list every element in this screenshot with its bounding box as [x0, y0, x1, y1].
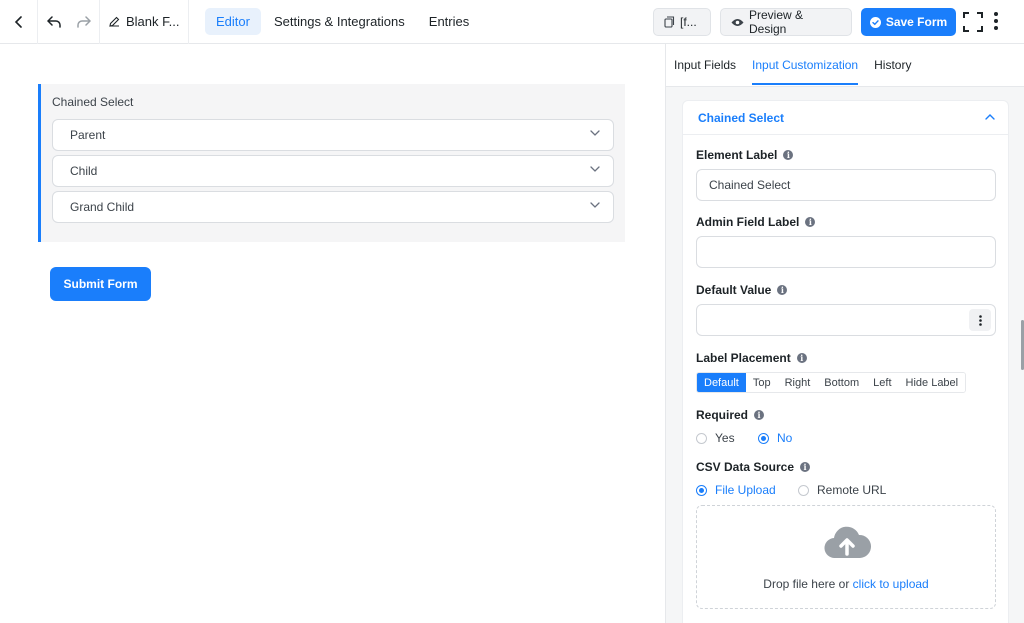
info-icon[interactable]: i	[796, 353, 807, 363]
tab-history[interactable]: History	[874, 44, 911, 87]
more-options-icon[interactable]	[994, 12, 998, 30]
element-label-input[interactable]: Chained Select	[696, 169, 996, 201]
save-form-button[interactable]: Save Form	[861, 8, 956, 36]
form-canvas: Chained Select Parent Child Grand Child …	[0, 44, 665, 623]
admin-field-label-heading: Admin Field Label i	[696, 215, 816, 229]
dropzone-text: Drop file here or click to upload	[697, 577, 995, 591]
undo-icon[interactable]	[46, 15, 61, 28]
csv-source-text: CSV Data Source	[696, 460, 795, 474]
shortcode-label: [f...	[680, 15, 697, 29]
file-upload-radio[interactable]: File Upload	[696, 483, 798, 497]
tab-input-fields[interactable]: Input Fields	[674, 44, 736, 87]
submit-form-button[interactable]: Submit Form	[50, 267, 151, 301]
radio-dot	[696, 484, 707, 496]
file-dropzone[interactable]: Drop file here or click to upload	[696, 505, 996, 609]
radio-dot	[798, 484, 809, 496]
admin-field-label-input[interactable]	[696, 236, 996, 268]
required-heading: Required i	[696, 408, 765, 422]
required-options: Yes No	[696, 431, 792, 445]
form-title-text: Blank F...	[126, 14, 180, 29]
placement-left[interactable]: Left	[866, 373, 899, 392]
main-nav-tabs: Editor Settings & Integrations Entries	[205, 8, 480, 35]
shortcode-button[interactable]: [f...	[653, 8, 711, 36]
info-icon[interactable]: i	[783, 150, 794, 160]
check-circle-icon	[869, 16, 881, 28]
settings-panel: Input Fields Input Customization History…	[665, 44, 1024, 623]
fullscreen-icon[interactable]	[963, 12, 983, 32]
click-to-upload-link[interactable]: click to upload	[853, 577, 929, 591]
select-label: Parent	[70, 128, 106, 142]
info-icon[interactable]: i	[800, 462, 811, 472]
back-button[interactable]	[0, 0, 38, 44]
top-bar: Blank F... Editor Settings & Integration…	[0, 0, 1024, 44]
required-no-radio[interactable]: No	[758, 431, 792, 445]
smartcode-menu-icon[interactable]	[969, 309, 991, 331]
eye-icon	[731, 18, 744, 27]
placement-top[interactable]: Top	[745, 373, 778, 392]
preview-label: Preview & Design	[749, 8, 804, 36]
copy-icon	[664, 16, 675, 28]
placement-bottom[interactable]: Bottom	[817, 373, 867, 392]
label-placement-text: Label Placement	[696, 351, 791, 365]
remote-url-radio[interactable]: Remote URL	[798, 483, 886, 497]
save-label: Save Form	[885, 15, 948, 29]
radio-label: Remote URL	[817, 483, 887, 497]
parent-select[interactable]: Parent	[52, 119, 614, 151]
csv-source-heading: CSV Data Source i	[696, 460, 811, 474]
element-label-text: Element Label	[696, 148, 778, 162]
pencil-icon	[109, 16, 120, 27]
history-controls	[38, 0, 100, 44]
child-select[interactable]: Child	[52, 155, 614, 187]
tab-editor[interactable]: Editor	[205, 8, 261, 35]
info-icon[interactable]: i	[777, 285, 788, 295]
cloud-upload-icon	[823, 524, 871, 560]
section-header[interactable]: Chained Select	[683, 101, 1008, 135]
chevron-down-icon	[590, 166, 600, 173]
tab-input-customization[interactable]: Input Customization	[752, 44, 859, 87]
chevron-down-icon	[590, 202, 600, 209]
redo-icon[interactable]	[76, 15, 91, 28]
default-value-input[interactable]	[696, 304, 996, 336]
chevron-left-icon	[14, 15, 24, 28]
tab-entries[interactable]: Entries	[418, 8, 480, 35]
dropzone-hint: Drop file here or	[763, 577, 850, 591]
admin-field-label-text: Admin Field Label	[696, 215, 800, 229]
placement-right[interactable]: Right	[777, 373, 818, 392]
chained-select-field[interactable]: Chained Select Parent Child Grand Child	[38, 84, 625, 242]
radio-label: File Upload	[715, 483, 776, 497]
field-settings-card: Chained Select Element Label i Chained S…	[682, 100, 1009, 623]
preview-design-button[interactable]: Preview & Design	[720, 8, 852, 36]
placement-hide-label[interactable]: Hide Label	[898, 373, 966, 392]
grand-child-select[interactable]: Grand Child	[52, 191, 614, 223]
select-label: Grand Child	[70, 200, 135, 214]
select-label: Child	[70, 164, 98, 178]
csv-source-options: File Upload Remote URL	[696, 483, 886, 497]
chevron-down-icon	[590, 130, 600, 137]
element-label-heading: Element Label i	[696, 148, 794, 162]
default-value-heading: Default Value i	[696, 283, 788, 297]
radio-label: Yes	[715, 431, 735, 445]
radio-dot	[758, 432, 769, 444]
label-placement-heading: Label Placement i	[696, 351, 807, 365]
radio-label: No	[777, 431, 793, 445]
section-title: Chained Select	[698, 110, 785, 125]
tab-settings-integrations[interactable]: Settings & Integrations	[263, 8, 416, 35]
default-value-text: Default Value	[696, 283, 772, 297]
placement-default[interactable]: Default	[697, 373, 746, 392]
required-text: Required	[696, 408, 749, 422]
field-label: Chained Select	[52, 95, 134, 109]
required-yes-radio[interactable]: Yes	[696, 431, 758, 445]
form-title[interactable]: Blank F...	[100, 0, 189, 44]
label-placement-options: Default Top Right Bottom Left Hide Label	[696, 372, 967, 393]
panel-tabs: Input Fields Input Customization History	[666, 44, 1024, 87]
info-icon[interactable]: i	[805, 217, 816, 227]
chevron-up-icon[interactable]	[985, 113, 995, 120]
info-icon[interactable]: i	[754, 410, 765, 420]
radio-dot	[696, 432, 707, 444]
